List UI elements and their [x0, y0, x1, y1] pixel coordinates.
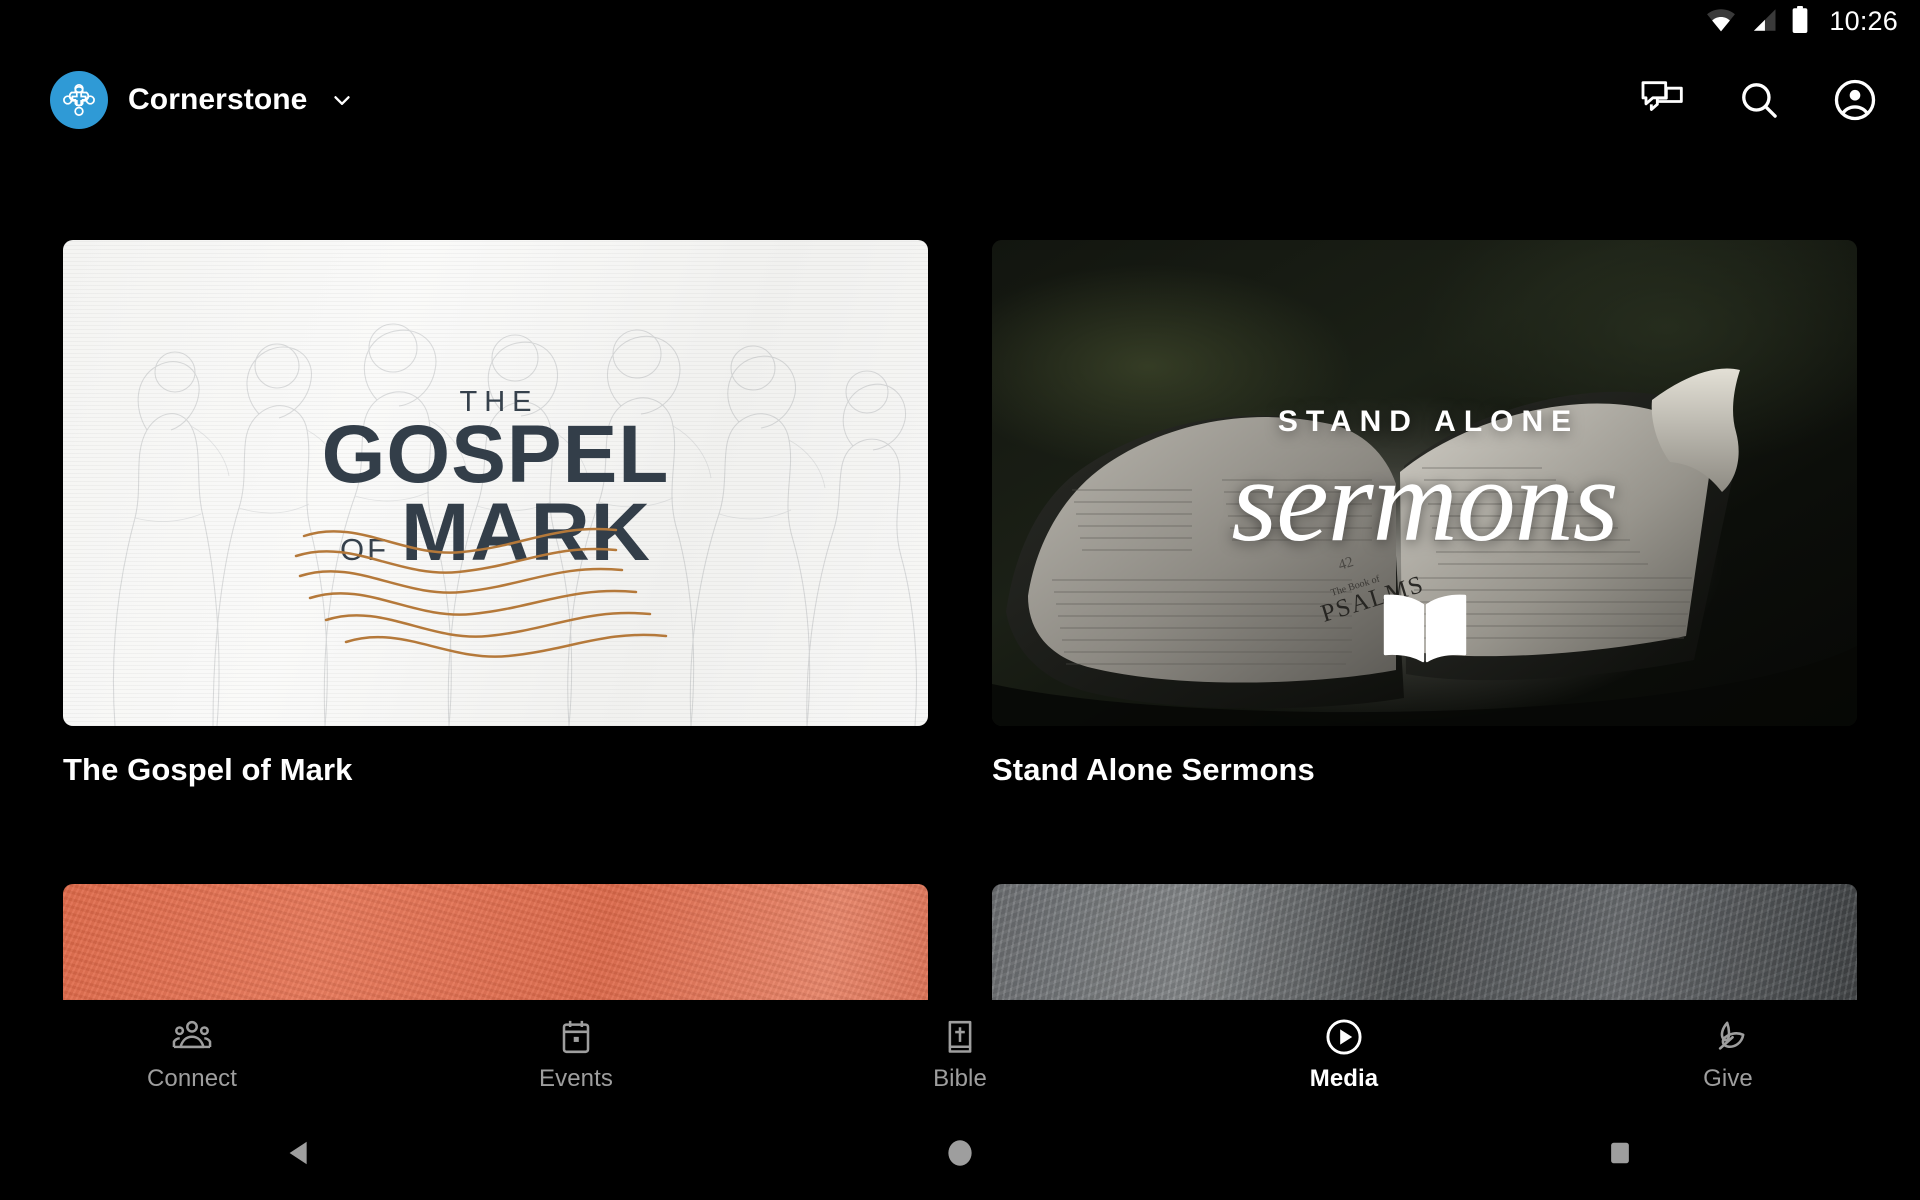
nav-item-give[interactable]: Give	[1536, 1018, 1920, 1093]
nav-label: Bible	[933, 1064, 987, 1092]
cornerstone-quatrefoil-cross-logo	[50, 71, 108, 129]
gray-texture-artwork	[992, 884, 1857, 1000]
media-card-thumbnail	[63, 884, 928, 1000]
media-card-orange-partial[interactable]	[63, 884, 928, 1000]
chevron-down-icon	[329, 87, 355, 113]
messages-icon[interactable]	[1640, 77, 1686, 123]
nav-item-bible[interactable]: Bible	[768, 1018, 1152, 1093]
square-icon	[1606, 1139, 1634, 1172]
bible-book-icon	[944, 1018, 976, 1056]
nav-item-media[interactable]: Media	[1152, 1018, 1536, 1093]
sermons-line-stand-alone: STAND ALONE	[1277, 404, 1580, 438]
nav-label: Give	[1703, 1064, 1753, 1092]
nav-label: Connect	[146, 1064, 238, 1092]
android-recents-button[interactable]	[1520, 1139, 1720, 1172]
media-card-gospel-of-mark[interactable]: THE GOSPEL OF MARK The Gospel of Mark	[63, 240, 928, 788]
church-switcher-button[interactable]: Cornerstone	[50, 71, 355, 129]
media-card-thumbnail	[992, 884, 1857, 1000]
media-content-scroll[interactable]: THE GOSPEL OF MARK The Gospel of Mark 42…	[0, 156, 1920, 1000]
android-back-button[interactable]	[200, 1137, 400, 1174]
bottom-navigation-bar: Connect Events Bible Media Give	[0, 1000, 1920, 1110]
sermons-line-sermons: sermons	[1231, 434, 1618, 566]
nav-item-connect[interactable]: Connect	[0, 1018, 384, 1093]
media-card-grid: THE GOSPEL OF MARK The Gospel of Mark 42…	[63, 240, 1857, 1000]
media-card-title: The Gospel of Mark	[63, 752, 353, 787]
media-card-stand-alone-sermons[interactable]: 42 The Book of PSALMS STAND ALONE sermon…	[992, 240, 1857, 788]
open-book-icon	[1383, 594, 1466, 663]
media-card-thumbnail: 42 The Book of PSALMS STAND ALONE sermon…	[992, 240, 1857, 726]
media-card-title: Stand Alone Sermons	[992, 752, 1315, 787]
nav-label: Media	[1309, 1064, 1379, 1092]
media-card-thumbnail: THE GOSPEL OF MARK	[63, 240, 928, 726]
orange-texture-artwork	[63, 884, 928, 1000]
app-root: 10:26 Cornerstone THE GOSPEL OF MARK The…	[0, 0, 1920, 1200]
leaf-icon	[1709, 1018, 1747, 1056]
calendar-icon	[560, 1018, 592, 1056]
search-icon[interactable]	[1736, 77, 1782, 123]
nav-label: Events	[539, 1064, 613, 1092]
media-card-gray-partial[interactable]	[992, 884, 1857, 1000]
cell-signal-icon	[1750, 8, 1777, 37]
status-bar-clock: 10:26	[1829, 5, 1898, 36]
triangle-left-icon	[284, 1137, 316, 1174]
people-group-icon	[172, 1018, 212, 1056]
android-home-button[interactable]	[860, 1138, 1060, 1173]
play-circle-icon	[1325, 1018, 1363, 1056]
android-system-navigation-bar	[0, 1110, 1920, 1200]
stand-alone-sermons-logotype: STAND ALONE sermons	[992, 405, 1857, 561]
app-bar: Cornerstone	[0, 44, 1920, 156]
status-bar: 10:26	[0, 0, 1920, 44]
nav-item-events[interactable]: Events	[384, 1018, 768, 1093]
battery-icon	[1791, 6, 1809, 38]
mark-line-gospel: GOSPEL	[321, 408, 670, 500]
circle-icon	[945, 1138, 975, 1173]
mark-wave-lines-accent	[294, 527, 667, 658]
account-circle-icon[interactable]	[1832, 77, 1878, 123]
wifi-icon	[1706, 8, 1736, 37]
app-bar-actions	[1640, 77, 1878, 123]
church-name-label: Cornerstone	[128, 83, 308, 116]
